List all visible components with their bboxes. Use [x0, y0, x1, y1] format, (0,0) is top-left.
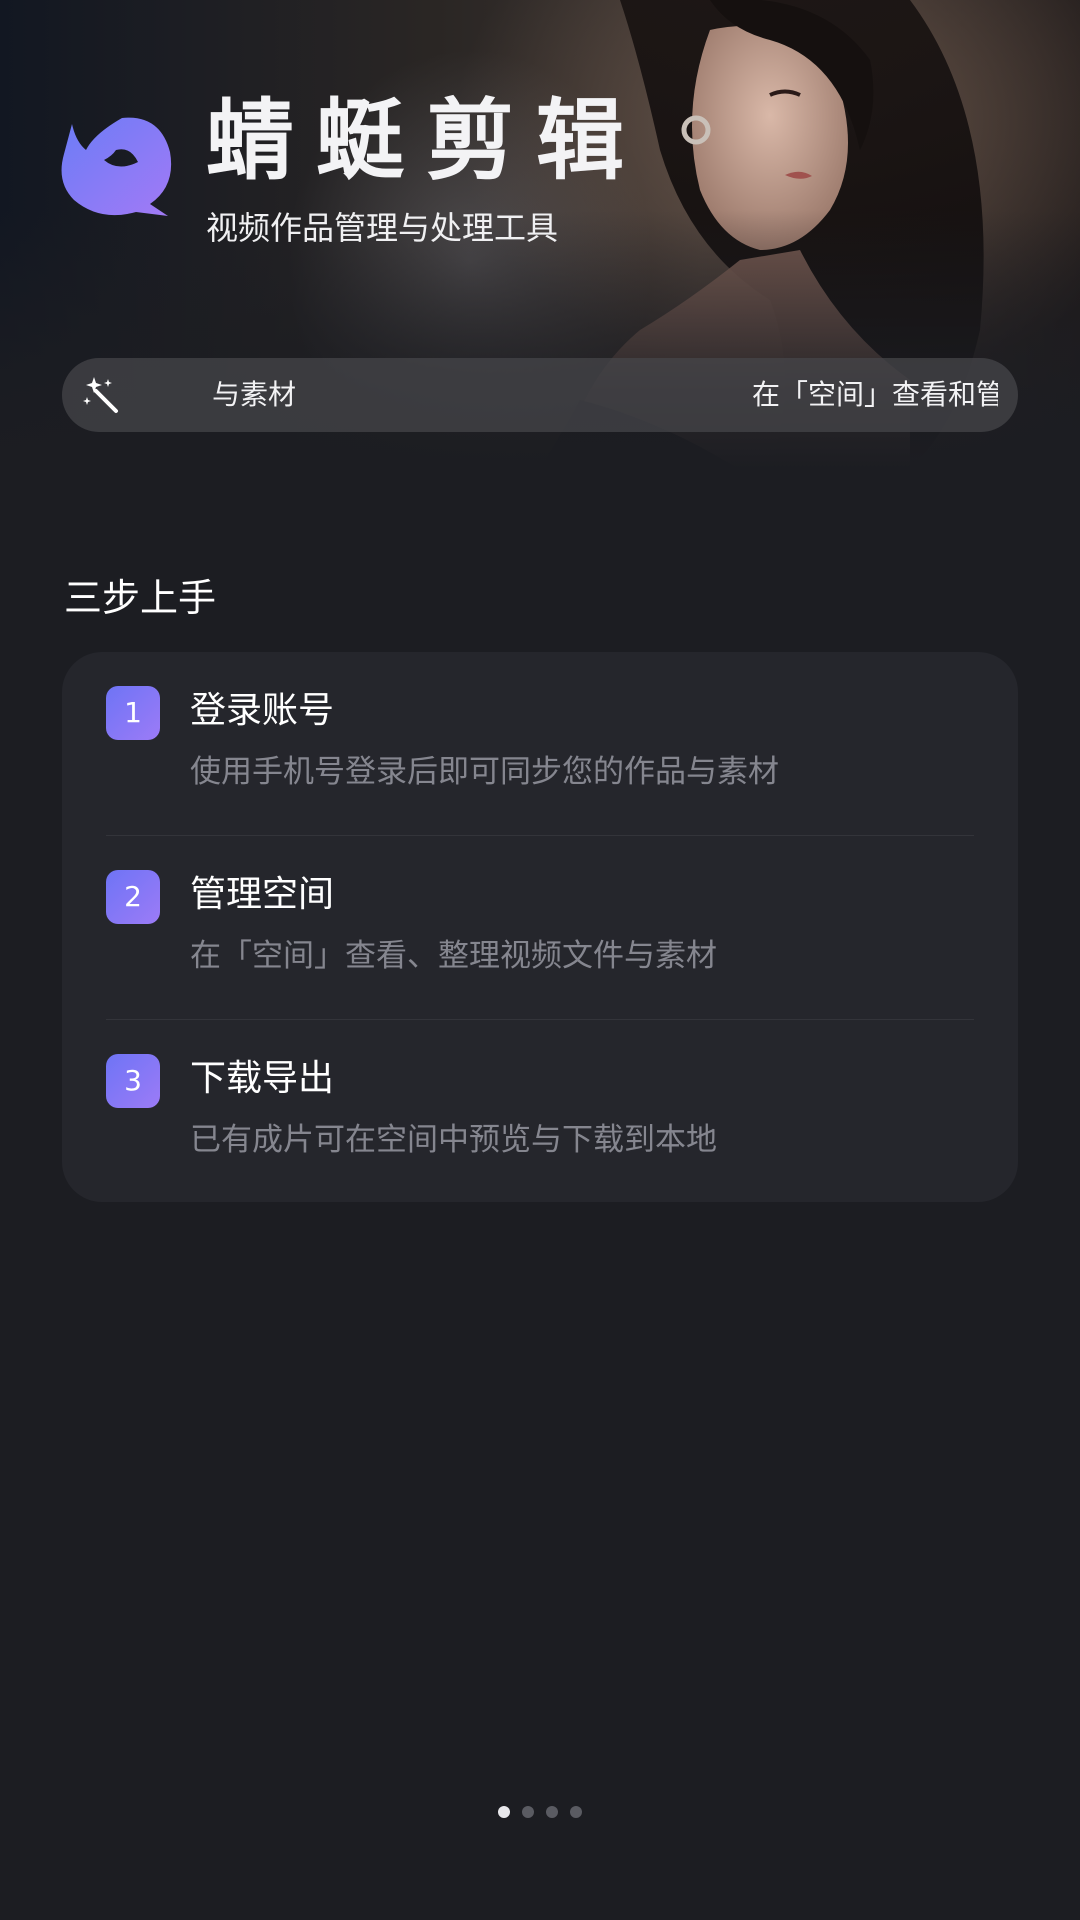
- step-number-badge: 1: [106, 686, 160, 740]
- page-indicator-dot[interactable]: [570, 1806, 582, 1818]
- magic-wand-icon: [83, 377, 118, 413]
- page-indicator-dot[interactable]: [546, 1806, 558, 1818]
- hero-banner: 蜻蜓剪辑 视频作品管理与处理工具 与素材 在「空间」查看和管: [0, 0, 1080, 470]
- step-item-login[interactable]: 1 登录账号 使用手机号登录后即可同步您的作品与素材: [62, 652, 1018, 836]
- steps-card: 1 登录账号 使用手机号登录后即可同步您的作品与素材 2 管理空间 在「空间」查…: [62, 652, 1018, 1202]
- app-title: 蜻蜓剪辑: [206, 89, 647, 192]
- ticker-window: 与素材 在「空间」查看和管: [146, 358, 998, 432]
- ticker-text-prev: 与素材: [211, 378, 296, 411]
- step-item-manage-space[interactable]: 2 管理空间 在「空间」查看、整理视频文件与素材: [62, 836, 1018, 1020]
- step-number-badge: 2: [106, 870, 160, 924]
- step-title: 登录账号: [190, 690, 335, 731]
- app-subtitle: 视频作品管理与处理工具: [206, 209, 559, 247]
- step-description: 在「空间」查看、整理视频文件与素材: [190, 938, 717, 974]
- step-description: 使用手机号登录后即可同步您的作品与素材: [190, 754, 779, 790]
- page-indicator-dot[interactable]: [498, 1806, 510, 1818]
- step-description: 已有成片可在空间中预览与下载到本地: [190, 1122, 717, 1158]
- step-number-badge: 3: [106, 1054, 160, 1108]
- ticker-text-next: 在「空间」查看和管: [752, 378, 998, 411]
- steps-section-title: 三步上手: [64, 576, 217, 620]
- page-indicator-dot[interactable]: [522, 1806, 534, 1818]
- step-item-download-export[interactable]: 3 下载导出 已有成片可在空间中预览与下载到本地: [62, 1020, 1018, 1204]
- step-title: 下载导出: [190, 1058, 335, 1099]
- page-indicator: [0, 1806, 1080, 1822]
- tips-ticker[interactable]: 与素材 在「空间」查看和管: [62, 358, 1018, 432]
- onboarding-page: 蜻蜓剪辑 视频作品管理与处理工具 与素材 在「空间」查看和管 三步上手 1 登录…: [0, 0, 1080, 1920]
- step-title: 管理空间: [190, 874, 335, 915]
- app-logo-icon: [61, 117, 172, 216]
